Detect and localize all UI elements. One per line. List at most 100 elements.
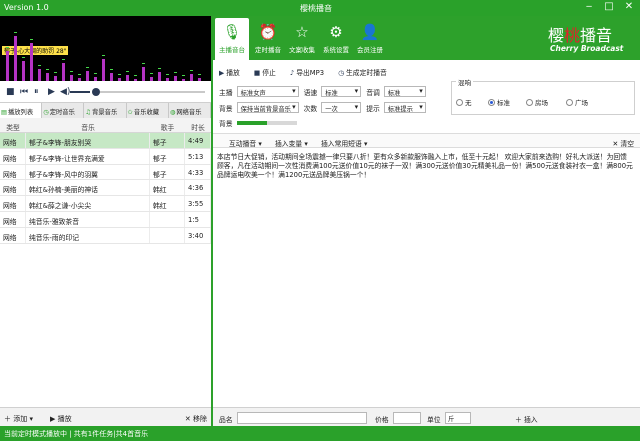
spectrum-peak <box>86 67 89 68</box>
table-row[interactable]: 网络 郁子&李锋-朋友别哭 郁子 4:49 <box>0 133 211 149</box>
player-controls: ■ ⏮ ⏸ ▶ ◀) <box>0 81 211 103</box>
table-cell: 韩红 <box>150 196 185 211</box>
close-icon[interactable]: ✕ <box>622 1 636 12</box>
stop-icon[interactable]: ■ <box>6 87 15 97</box>
play-button[interactable]: ▶ 播放 <box>50 414 72 424</box>
table-row[interactable]: 网络 韩红&薛之谦-小尖尖 韩红 3:55 <box>0 196 211 212</box>
table-row[interactable]: 网络 纯音乐-雨的印记 3:40 <box>0 227 211 244</box>
stop-icon: ■ <box>253 69 261 77</box>
reverb-square[interactable]: 广场 <box>566 97 588 107</box>
volume-slider[interactable] <box>70 91 90 93</box>
maximize-icon[interactable]: □ <box>602 1 616 12</box>
reverb-standard[interactable]: 标准 <box>488 97 510 107</box>
spectrum-peak <box>54 72 57 73</box>
tone-select[interactable]: 标准 <box>383 86 426 97</box>
table-row[interactable]: 网络 郁子&李锋-风中的羽翼 郁子 4:33 <box>0 164 211 181</box>
now-playing-label: 郁子-心大调的助罚 28" <box>2 46 69 55</box>
spectrum-bar <box>110 73 113 81</box>
unit-input[interactable]: 斤 <box>445 412 471 424</box>
playlist-actions: ＋ 添加 ▾ ▶ 播放 ✕ 移除 <box>0 407 211 426</box>
spectrum-visualizer: 郁子-心大调的助罚 28" <box>0 16 211 81</box>
list-icon: ▤ <box>1 109 7 116</box>
background-music-select[interactable]: 保持当前背景音乐 <box>236 102 299 113</box>
table-cell: 5:13 <box>185 148 211 164</box>
pause-icon[interactable]: ⏸ <box>34 87 39 97</box>
col-singer[interactable]: 歌手 <box>150 118 185 132</box>
col-music[interactable]: 音乐 <box>26 118 150 132</box>
seek-knob[interactable] <box>92 88 100 96</box>
background-volume-slider[interactable] <box>236 121 297 125</box>
radio-icon <box>526 98 533 106</box>
spectrum-bar <box>6 51 9 81</box>
table-cell: 3:40 <box>185 227 211 243</box>
tab-music-favorites[interactable]: ✩音乐收藏 <box>127 103 169 118</box>
generate-timed-button[interactable]: ◷ 生成定时播音 <box>338 67 387 77</box>
insert-button[interactable]: ＋ 插入 <box>515 414 538 424</box>
tab-background-music[interactable]: ♫背景音乐 <box>84 103 127 118</box>
tab-system-settings[interactable]: ⚙ 系统设置 <box>319 18 353 60</box>
seek-track[interactable] <box>100 91 205 93</box>
reverb-room[interactable]: 房场 <box>526 97 548 107</box>
play-icon[interactable]: ▶ <box>48 87 55 97</box>
prev-icon[interactable]: ⏮ <box>20 87 28 97</box>
spectrum-peak <box>62 59 65 60</box>
spectrum-peak <box>38 65 41 66</box>
hint-select[interactable]: 标准提示 <box>383 102 426 113</box>
export-mp3-button[interactable]: ♪ 导出MP3 <box>290 67 324 77</box>
stop-button[interactable]: ■ 停止 <box>254 67 276 77</box>
settings-icon: ⚙ <box>329 23 343 41</box>
playlist-table: 类型 音乐 歌手 时长 网络 郁子&李锋-朋友别哭 郁子 4:49 网络 郁子&李锋-让世… <box>0 118 211 407</box>
globe-icon: ◍ <box>169 109 176 116</box>
star-icon: ✩ <box>127 109 133 116</box>
left-tabs: ▤播放列表 ◷定时音乐 ♫背景音乐 ✩音乐收藏 ◍网络音乐 <box>0 103 212 118</box>
interactive-broadcast-button[interactable]: 互动播音 ▾ <box>229 138 262 148</box>
add-button[interactable]: ＋ 添加 ▾ <box>4 414 33 424</box>
user-icon: 👤 <box>360 23 380 41</box>
radio-selected-icon <box>488 98 495 106</box>
product-insert-bar: 品名 价格 单位 斤 ＋ 插入 <box>213 407 640 426</box>
table-row[interactable]: 网络 郁子&李锋-让世界充满爱 郁子 5:13 <box>0 148 211 165</box>
spectrum-peak <box>6 47 9 48</box>
play-button[interactable]: ▶ 播放 <box>219 67 240 77</box>
insert-phrase-button[interactable]: 插入常用短语 ▾ <box>321 138 367 148</box>
right-header: 🎙 主播音台 ⏰ 定时播音 ☆ 文案收集 ⚙ 系统设置 👤 会员注册 樱桃播音 Cherr… <box>211 16 640 60</box>
clear-button[interactable]: ✕ 清空 <box>613 138 634 148</box>
tab-member-register[interactable]: 👤 会员注册 <box>353 18 387 60</box>
reverb-none[interactable]: 无 <box>456 97 472 107</box>
table-cell: 郁子&李锋-风中的羽翼 <box>26 164 150 180</box>
minimize-icon[interactable]: ‒ <box>582 1 596 12</box>
table-header: 类型 音乐 歌手 时长 <box>0 118 211 133</box>
col-type[interactable]: 类型 <box>0 118 26 132</box>
col-duration[interactable]: 时长 <box>185 118 211 132</box>
spectrum-peak <box>94 73 97 74</box>
table-cell: 纯音乐-雨的印记 <box>26 227 150 243</box>
product-name-input[interactable] <box>237 412 367 424</box>
insert-variable-button[interactable]: 插入变量 ▾ <box>275 138 308 148</box>
tab-playlist[interactable]: ▤播放列表 <box>0 103 43 118</box>
remove-button[interactable]: ✕ 移除 <box>185 414 207 424</box>
tab-timed-music[interactable]: ◷定时音乐 <box>42 103 85 118</box>
spectrum-peak <box>102 55 105 56</box>
tab-anchor-desk[interactable]: 🎙 主播音台 <box>215 18 249 60</box>
spectrum-bar <box>38 69 41 81</box>
table-row[interactable]: 网络 韩红&孙楠-美丽的神话 韩红 4:36 <box>0 180 211 197</box>
reverb-group: 混响 无 标准 房场 广场 <box>451 77 635 115</box>
table-cell <box>150 211 185 227</box>
spectrum-bar <box>14 36 17 81</box>
version-label: Version 1.0 <box>4 3 49 12</box>
volume-row: 背景 <box>219 118 297 128</box>
brand-name: 樱桃播音 <box>548 26 613 45</box>
table-cell: 郁子 <box>150 148 185 164</box>
anchor-select[interactable]: 标准女声 <box>236 86 299 97</box>
broadcast-text-editor[interactable]: 本店节日大促销，活动期间全场震撼一律只要八折！更有众多新款服饰融入上市，低至十元… <box>215 151 635 404</box>
table-row[interactable]: 网络 纯音乐-雅致茶音 1:5 <box>0 211 211 228</box>
tab-timed-broadcast[interactable]: ⏰ 定时播音 <box>251 18 285 60</box>
volume-icon[interactable]: ◀) <box>60 87 70 97</box>
tab-online-music[interactable]: ◍网络音乐 <box>169 103 212 118</box>
price-input[interactable] <box>393 412 421 424</box>
speed-select[interactable]: 标准 <box>321 86 362 97</box>
tab-copy-collection[interactable]: ☆ 文案收集 <box>285 18 319 60</box>
spectrum-bar <box>86 71 89 81</box>
clock-icon: ◷ <box>43 109 49 116</box>
count-select[interactable]: 一次 <box>321 102 362 113</box>
